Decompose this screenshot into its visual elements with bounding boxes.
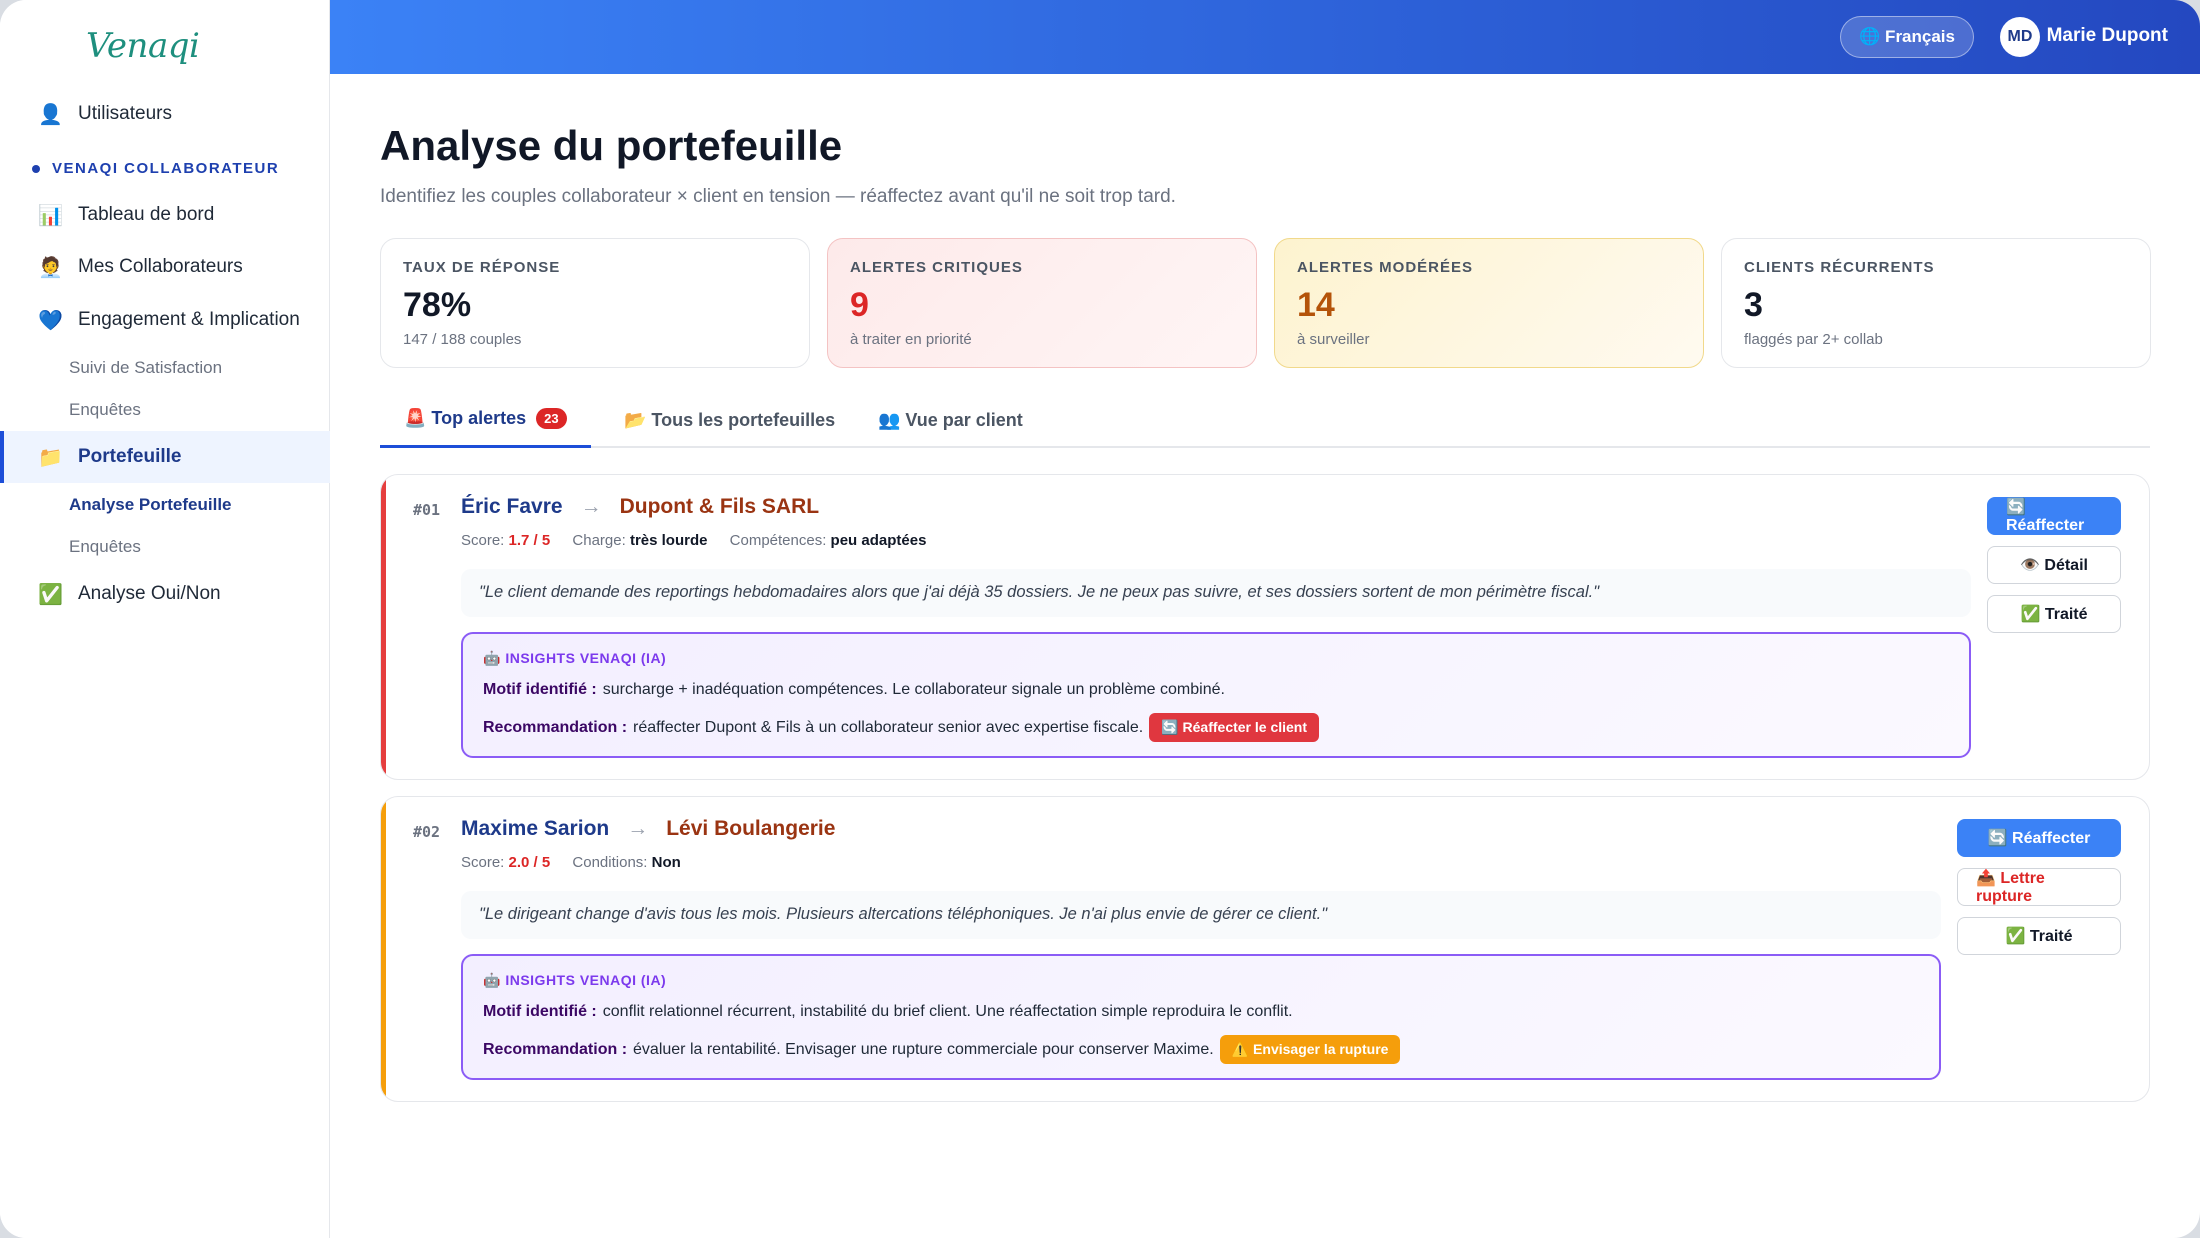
venaqi-logo[interactable]: Venaqi: [86, 26, 200, 66]
insight-motif: Motif identifié : conflit relationnel ré…: [483, 1003, 1293, 1020]
insight-title: 🤖 INSIGHTS VENAQI (IA): [483, 650, 667, 666]
collaborator-name[interactable]: Maxime Sarion: [461, 817, 609, 841]
alert-card: #02 Maxime Sarion → Lévi Boulangerie Sco…: [380, 796, 2150, 1102]
tab-all-portfolios[interactable]: 📂 Tous les portefeuilles: [600, 392, 859, 448]
mark-done-button[interactable]: ✅ Traité: [1957, 917, 2121, 955]
folder-icon: 📁: [38, 446, 63, 469]
section-dot-icon: [32, 164, 40, 173]
kpi-value: 9: [850, 286, 869, 324]
sidebar-item-yes-no-analysis[interactable]: ✅ Analyse Oui/Non: [0, 568, 330, 620]
sidebar-item-label: Analyse Oui/Non: [78, 583, 221, 604]
kpi-value: 14: [1297, 286, 1335, 324]
alert-rank: #02: [413, 823, 441, 841]
sidebar-item-engagement[interactable]: 💙 Engagement & Implication: [0, 294, 330, 346]
mark-done-button[interactable]: ✅ Traité: [1987, 595, 2121, 633]
sidebar-subitem-satisfaction[interactable]: Suivi de Satisfaction: [69, 358, 222, 378]
reassign-button[interactable]: 🔄 Réaffecter: [1957, 819, 2121, 857]
sidebar-item-dashboard[interactable]: 📊 Tableau de bord: [0, 189, 330, 241]
arrow-right-icon: →: [627, 817, 649, 840]
sidebar-item-label: Utilisateurs: [78, 103, 172, 124]
feedback-quote: "Le dirigeant change d'avis tous les moi…: [461, 891, 1941, 939]
sidebar-item-label: Engagement & Implication: [78, 309, 300, 330]
person-icon: 🧑‍💼: [38, 256, 63, 279]
kpi-label: TAUX DE RÉPONSE: [403, 259, 561, 276]
insight-recommendation: Recommandation : évaluer la rentabilité.…: [483, 1035, 1919, 1064]
alert-accent-bar: [381, 797, 386, 1101]
tab-bar: 🚨 Top alertes 23 📂 Tous les portefeuille…: [380, 392, 2150, 448]
alert-rank: #01: [413, 501, 441, 519]
sidebar-subitem-portfolio-surveys[interactable]: Enquêtes: [69, 537, 141, 557]
app-window: Venaqi 👤 Utilisateurs VENAQI COLLABORATE…: [0, 0, 2200, 1238]
check-icon: ✅: [38, 583, 63, 606]
alert-card: #01 Éric Favre → Dupont & Fils SARL Scor…: [380, 474, 2150, 780]
kpi-label: ALERTES MODÉRÉES: [1297, 259, 1474, 276]
language-selector[interactable]: 🌐 Français: [1840, 16, 1974, 58]
user-icon: 👤: [38, 103, 63, 126]
sidebar-item-collaborators[interactable]: 🧑‍💼 Mes Collaborateurs: [0, 241, 330, 293]
kpi-moderate-alerts: ALERTES MODÉRÉES 14 à surveiller: [1274, 238, 1704, 368]
kpi-subtext: flaggés par 2+ collab: [1744, 331, 1883, 348]
sidebar-item-label: Tableau de bord: [78, 204, 215, 225]
kpi-value: 78%: [403, 286, 472, 324]
sidebar: Venaqi 👤 Utilisateurs VENAQI COLLABORATE…: [0, 0, 330, 1238]
kpi-value: 3: [1744, 286, 1763, 324]
skills-value: peu adaptées: [830, 532, 927, 549]
bar-chart-icon: 📊: [38, 204, 63, 227]
alert-actions: 🔄 Réaffecter 📤 Lettre rupture ✅ Traité: [1957, 819, 2121, 955]
kpi-subtext: 147 / 188 couples: [403, 331, 522, 348]
alert-accent-bar: [381, 475, 386, 779]
kpi-label: CLIENTS RÉCURRENTS: [1744, 259, 1935, 276]
top-bar: 🌐 Français MD Marie Dupont: [330, 0, 2200, 74]
kpi-critical-alerts: ALERTES CRITIQUES 9 à traiter en priorit…: [827, 238, 1257, 368]
sidebar-section-title: VENAQI COLLABORATEUR: [32, 160, 279, 177]
detail-button[interactable]: 👁️ Détail: [1987, 546, 2121, 584]
heart-icon: 💙: [38, 309, 63, 332]
kpi-recurring-clients: CLIENTS RÉCURRENTS 3 flaggés par 2+ coll…: [1721, 238, 2151, 368]
sidebar-item-users[interactable]: 👤 Utilisateurs: [0, 88, 330, 140]
sidebar-item-label: Mes Collaborateurs: [78, 256, 243, 277]
alert-meta: Score: 1.7 / 5 Charge: très lourde Compé…: [461, 532, 927, 549]
sidebar-item-label: Portefeuille: [78, 446, 182, 467]
insight-title: 🤖 INSIGHTS VENAQI (IA): [483, 972, 667, 988]
insight-motif: Motif identifié : surcharge + inadéquati…: [483, 681, 1225, 698]
insight-recommendation: Recommandation : réaffecter Dupont & Fil…: [483, 713, 1949, 742]
tab-top-alerts[interactable]: 🚨 Top alertes 23: [380, 392, 591, 448]
collaborator-name[interactable]: Éric Favre: [461, 495, 563, 519]
alert-actions: 🔄 Réaffecter 👁️ Détail ✅ Traité: [1987, 497, 2121, 633]
kpi-response-rate: TAUX DE RÉPONSE 78% 147 / 188 couples: [380, 238, 810, 368]
ai-insight-box: 🤖 INSIGHTS VENAQI (IA) Motif identifié :…: [461, 632, 1971, 758]
alert-pair: Éric Favre → Dupont & Fils SARL: [461, 495, 819, 519]
page-subtitle: Identifiez les couples collaborateur × c…: [380, 186, 1176, 207]
client-name[interactable]: Lévi Boulangerie: [666, 817, 835, 841]
workload-value: très lourde: [629, 532, 708, 549]
arrow-right-icon: →: [580, 495, 602, 518]
alert-count-badge: 23: [536, 408, 567, 429]
client-name[interactable]: Dupont & Fils SARL: [620, 495, 819, 519]
ai-insight-box: 🤖 INSIGHTS VENAQI (IA) Motif identifié :…: [461, 954, 1941, 1080]
score-value: 2.0 / 5: [508, 854, 551, 871]
feedback-quote: "Le client demande des reportings hebdom…: [461, 569, 1971, 617]
sidebar-subitem-portfolio-analysis[interactable]: Analyse Portefeuille: [69, 495, 232, 515]
sidebar-subitem-surveys[interactable]: Enquêtes: [69, 400, 141, 420]
tab-client-view[interactable]: 👥 Vue par client: [854, 392, 1047, 448]
break-letter-button[interactable]: 📤 Lettre rupture: [1957, 868, 2121, 906]
alert-pair: Maxime Sarion → Lévi Boulangerie: [461, 817, 835, 841]
alert-meta: Score: 2.0 / 5 Conditions: Non: [461, 854, 681, 871]
user-name[interactable]: Marie Dupont: [2047, 25, 2168, 47]
page-title: Analyse du portefeuille: [380, 122, 843, 169]
conditions-value: Non: [651, 854, 681, 871]
reassign-button[interactable]: 🔄 Réaffecter: [1987, 497, 2121, 535]
kpi-subtext: à surveiller: [1297, 331, 1370, 348]
consider-break-button[interactable]: ⚠️ Envisager la rupture: [1219, 1035, 1401, 1064]
kpi-label: ALERTES CRITIQUES: [850, 259, 1023, 276]
score-value: 1.7 / 5: [508, 532, 551, 549]
sidebar-item-portfolio[interactable]: 📁 Portefeuille: [0, 431, 330, 483]
reassign-client-button[interactable]: 🔄 Réaffecter le client: [1149, 713, 1320, 742]
kpi-subtext: à traiter en priorité: [850, 331, 972, 348]
avatar[interactable]: MD: [2000, 17, 2040, 57]
